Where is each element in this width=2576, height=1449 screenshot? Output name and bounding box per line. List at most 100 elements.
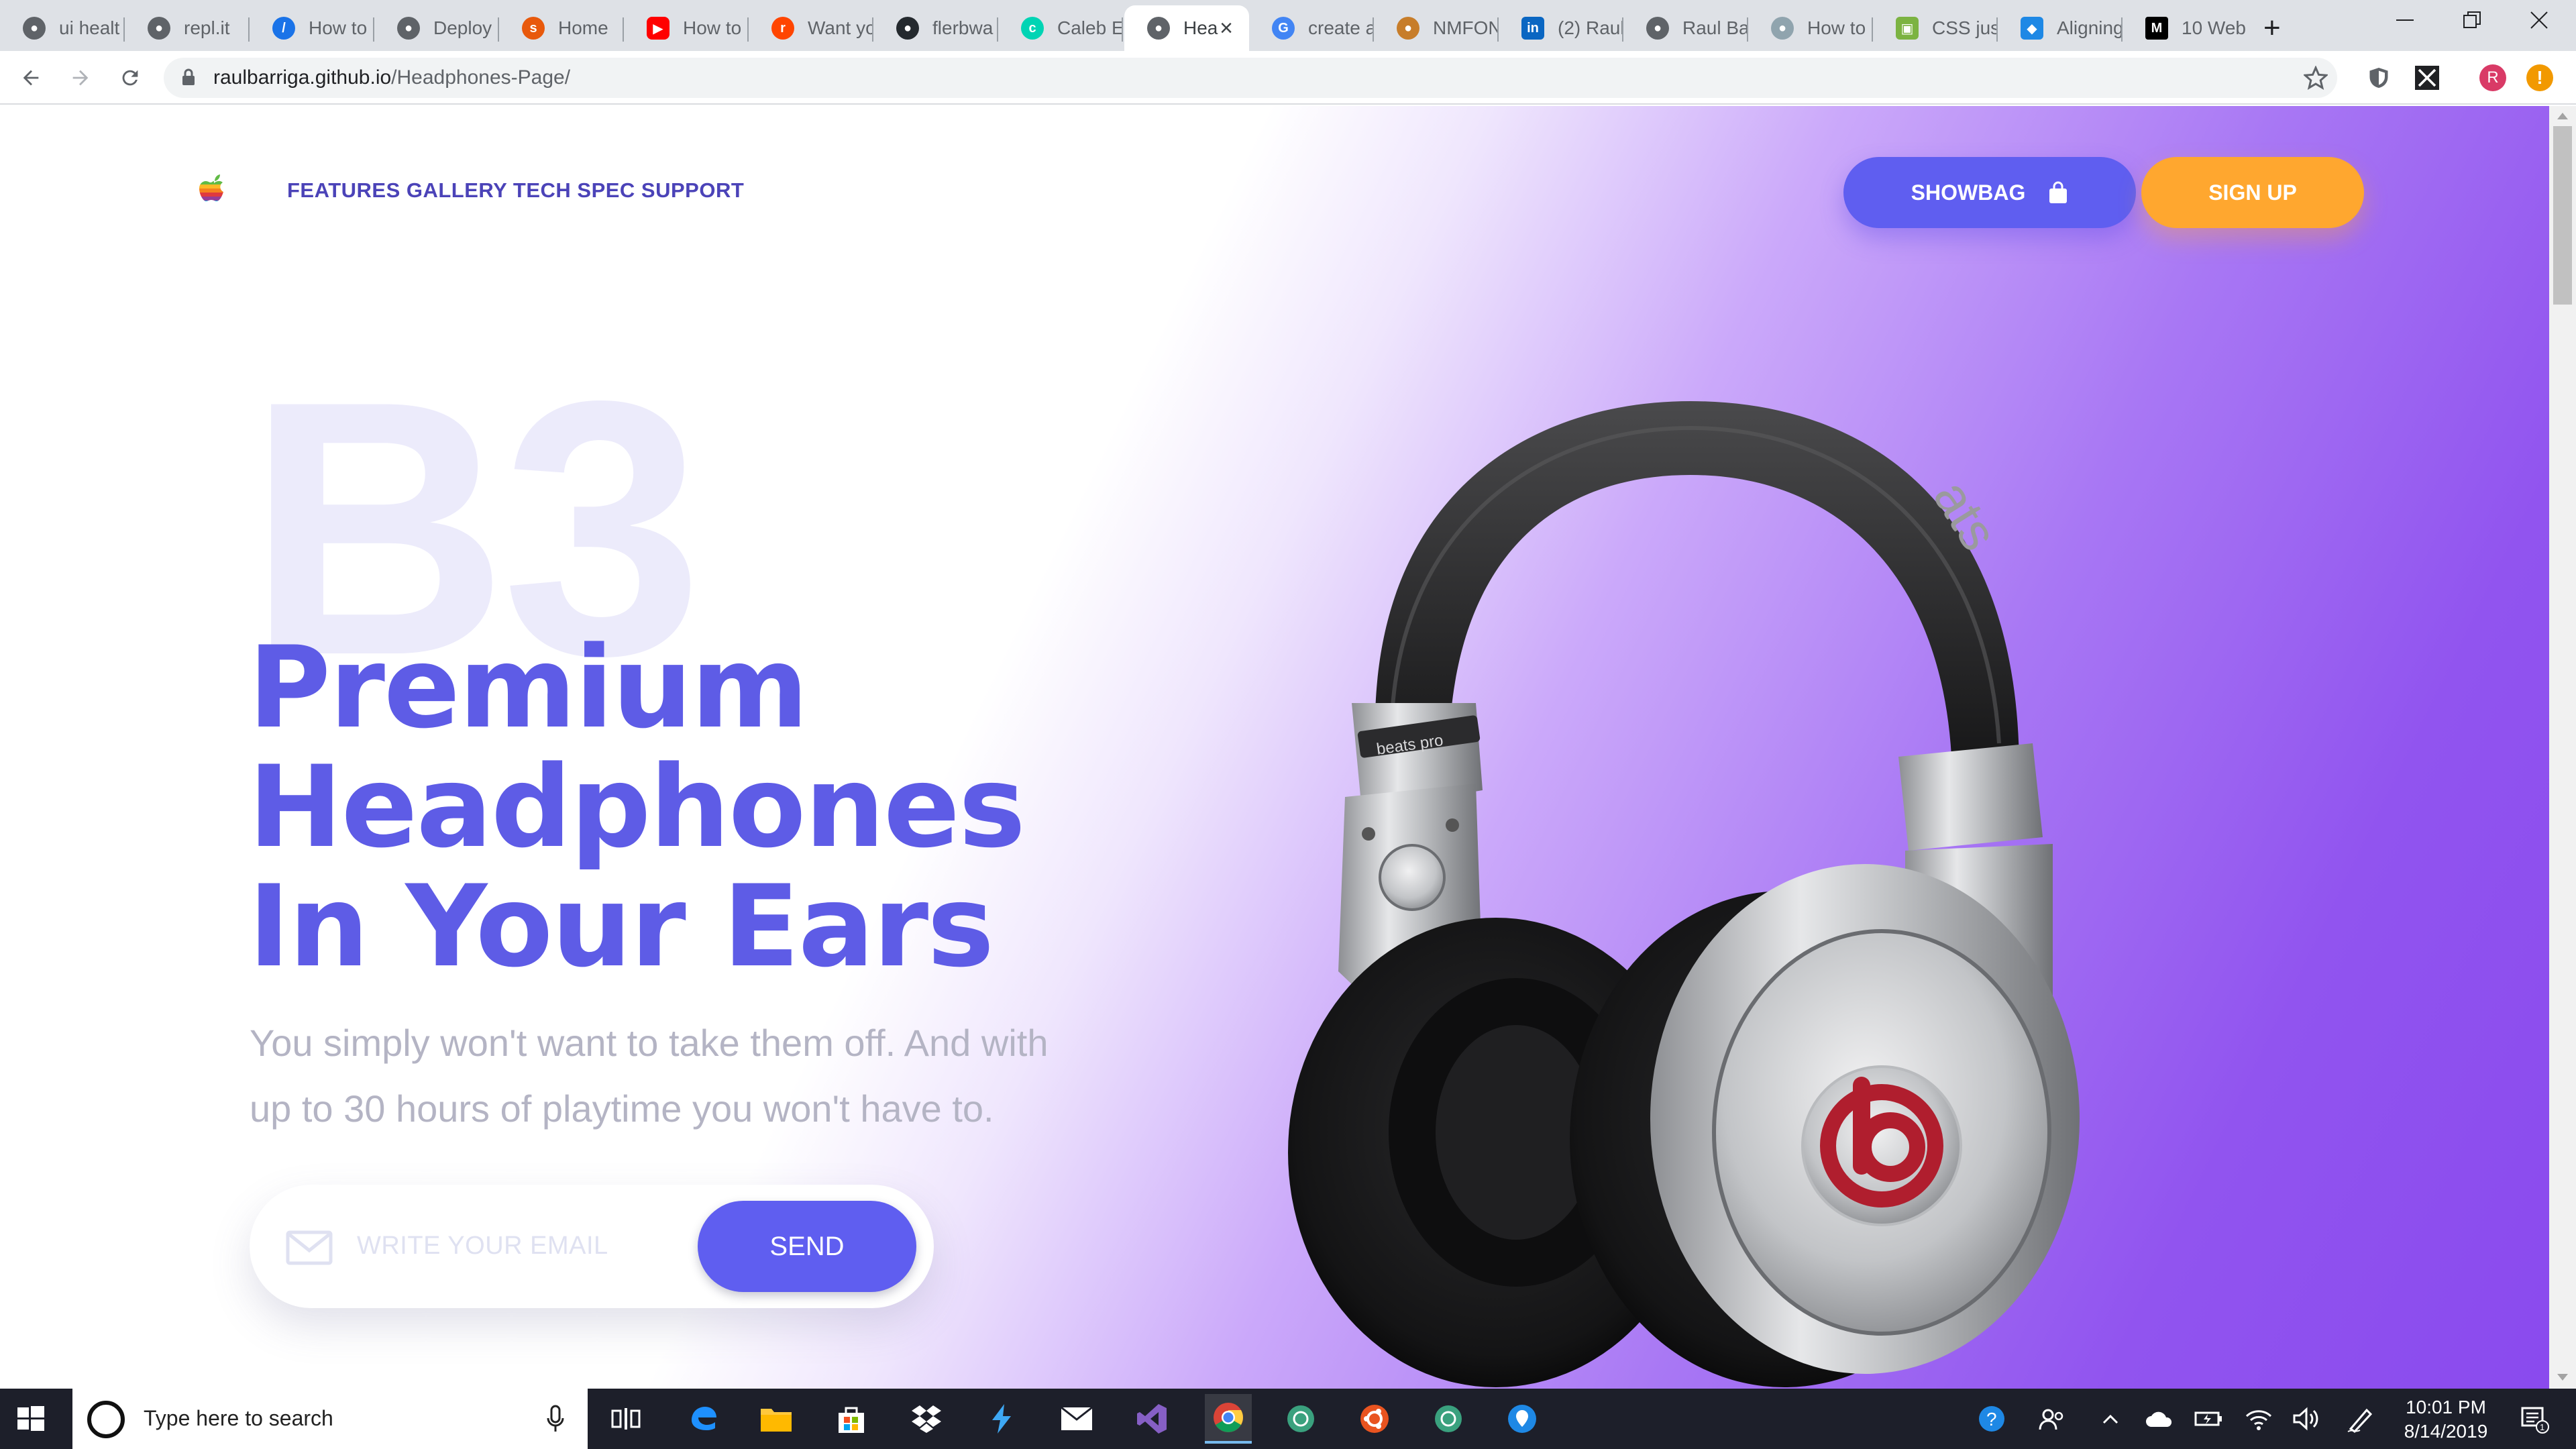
notification-count: 1 [2540,1422,2544,1432]
ubuntu-icon[interactable] [1355,1399,1394,1438]
help-icon[interactable]: ? [1976,1403,2007,1434]
site-favicon-icon: ● [1771,17,1794,40]
linkedin-icon: in [1521,17,1544,40]
shopping-bag-icon [2049,181,2068,203]
close-tab-icon[interactable]: × [1220,15,1233,42]
back-arrow-icon[interactable] [12,59,50,97]
site-favicon-icon: s [522,17,545,40]
visual-studio-code-insiders-icon[interactable] [982,1399,1021,1438]
browser-tab[interactable]: M 10 Web [2123,5,2247,51]
apple-logo-icon[interactable] [199,173,229,209]
site-favicon-icon: ▣ [1896,17,1919,40]
taskbar-clock[interactable]: 10:01 PM 8/14/2019 [2392,1395,2500,1444]
browser-tab[interactable]: ◆ Aligning [1998,5,2123,51]
browser-tab[interactable]: ● repl.it [125,5,250,51]
mail-icon [286,1230,333,1265]
new-tab-button[interactable]: + [2247,5,2301,51]
browser-tab[interactable]: ▣CSS just [1873,5,1998,51]
cortana-icon[interactable] [87,1401,125,1438]
headline-line: Headphones [248,741,1026,873]
chrome-icon[interactable] [1205,1394,1252,1444]
browser-tab[interactable]: Gcreate a [1249,5,1374,51]
volume-icon[interactable] [2290,1403,2321,1434]
headphones-product-image: ats beats pro [1288,401,2080,1387]
chevron-up-icon[interactable] [2097,1403,2124,1434]
browser-toolbar: raulbarriga.github.io/Headphones-Page/ R… [0,51,2576,105]
people-icon[interactable] [2037,1403,2068,1434]
browser-tab[interactable]: ● Deploy [374,5,499,51]
reload-icon[interactable] [111,59,149,97]
taskbar-search-placeholder: Type here to search [144,1406,333,1430]
extension-icon[interactable] [2412,63,2442,93]
windows-start-icon[interactable] [13,1402,47,1436]
visual-studio-icon[interactable] [1132,1399,1171,1438]
battery-icon[interactable] [2194,1403,2224,1434]
task-view-icon[interactable] [606,1399,645,1438]
browser-tab[interactable]: s Home [499,5,624,51]
browser-tab-active[interactable]: ● Hea × [1124,5,1249,51]
browser-tab[interactable]: ● flerbwa [873,5,998,51]
update-alert-icon[interactable]: ! [2525,63,2555,93]
scroll-up-icon[interactable] [2557,113,2568,119]
windows-taskbar: Type here to search ? 10:01 PM 8/14/2019… [0,1389,2576,1449]
app-globe-icon[interactable] [1281,1399,1320,1438]
bookmark-star-icon[interactable] [2301,63,2330,93]
taskbar-search-box[interactable]: Type here to search [72,1389,588,1449]
globe-icon: ● [1646,17,1669,40]
page-scrollbar[interactable] [2549,106,2576,1389]
dropbox-icon[interactable] [907,1399,946,1438]
forward-arrow-icon[interactable] [62,59,99,97]
browser-tab[interactable]: r Want yo [749,5,873,51]
globe-icon: ● [148,17,170,40]
site-favicon-icon: c [1021,17,1044,40]
svg-text:?: ? [1986,1409,1997,1430]
youtube-icon: ▶ [647,17,669,40]
minimize-icon[interactable] [2368,0,2442,40]
browser-tab[interactable]: ▶ How to [624,5,749,51]
site-favicon-icon: ◆ [2021,17,2043,40]
profile-avatar[interactable]: R [2478,63,2508,93]
file-explorer-icon[interactable] [757,1399,796,1438]
scrollbar-thumb[interactable] [2553,126,2572,305]
browser-tab[interactable]: ● Raul Ba [1623,5,1748,51]
close-window-icon[interactable] [2502,0,2576,40]
scroll-down-icon[interactable] [2557,1374,2568,1381]
globe-icon: ● [397,17,420,40]
address-bar[interactable]: raulbarriga.github.io/Headphones-Page/ [164,58,2337,98]
restore-icon[interactable] [2435,0,2509,40]
email-signup-form: WRITE YOUR EMAIL SEND [250,1185,934,1308]
showbag-button[interactable]: SHOWBAG [1843,157,2136,228]
google-icon: G [1272,17,1295,40]
microsoft-store-icon[interactable] [832,1399,871,1438]
site-nav-links[interactable]: FEATURES GALLERY TECH SPEC SUPPORT [287,178,744,203]
action-center-icon[interactable]: 1 [2514,1403,2555,1434]
globe-icon: ● [1147,17,1170,40]
clock-date: 8/14/2019 [2404,1421,2488,1442]
email-input[interactable]: WRITE YOUR EMAIL [357,1232,608,1260]
medium-icon: M [2145,17,2168,40]
send-button[interactable]: SEND [698,1201,916,1292]
maps-icon[interactable] [1503,1399,1542,1438]
browser-tab[interactable]: in (2) Raul [1499,5,1623,51]
microphone-icon[interactable] [546,1405,565,1433]
browser-tab[interactable]: ● ui healt [0,5,125,51]
wifi-icon[interactable] [2243,1403,2274,1434]
shield-extension-icon[interactable] [2364,63,2394,93]
browser-tab[interactable]: ● How to [1748,5,1873,51]
showbag-label: SHOWBAG [1911,180,2026,205]
onedrive-icon[interactable] [2144,1403,2175,1434]
sign-up-button[interactable]: SIGN UP [2141,157,2364,228]
browser-tab[interactable]: ● NMFON [1374,5,1499,51]
hero-headline: Premium Headphones In Your Ears [248,628,1026,986]
browser-tab[interactable]: c Caleb E [998,5,1123,51]
url-host: raulbarriga.github.io [213,66,392,89]
pen-ink-icon[interactable] [2345,1403,2376,1434]
hero-subtext: You simply won't want to take them off. … [250,1022,1049,1130]
mail-app-icon[interactable] [1057,1399,1096,1438]
edge-browser-icon[interactable] [684,1399,723,1438]
browser-tab[interactable]: / How to [250,5,374,51]
url-path: /Headphones-Page/ [391,66,571,89]
browser-tab-strip: ● ui healt ● repl.it / How to ● Deploy s Home… [0,0,2576,51]
app-globe-icon-2[interactable] [1429,1399,1468,1438]
reddit-icon: r [771,17,794,40]
